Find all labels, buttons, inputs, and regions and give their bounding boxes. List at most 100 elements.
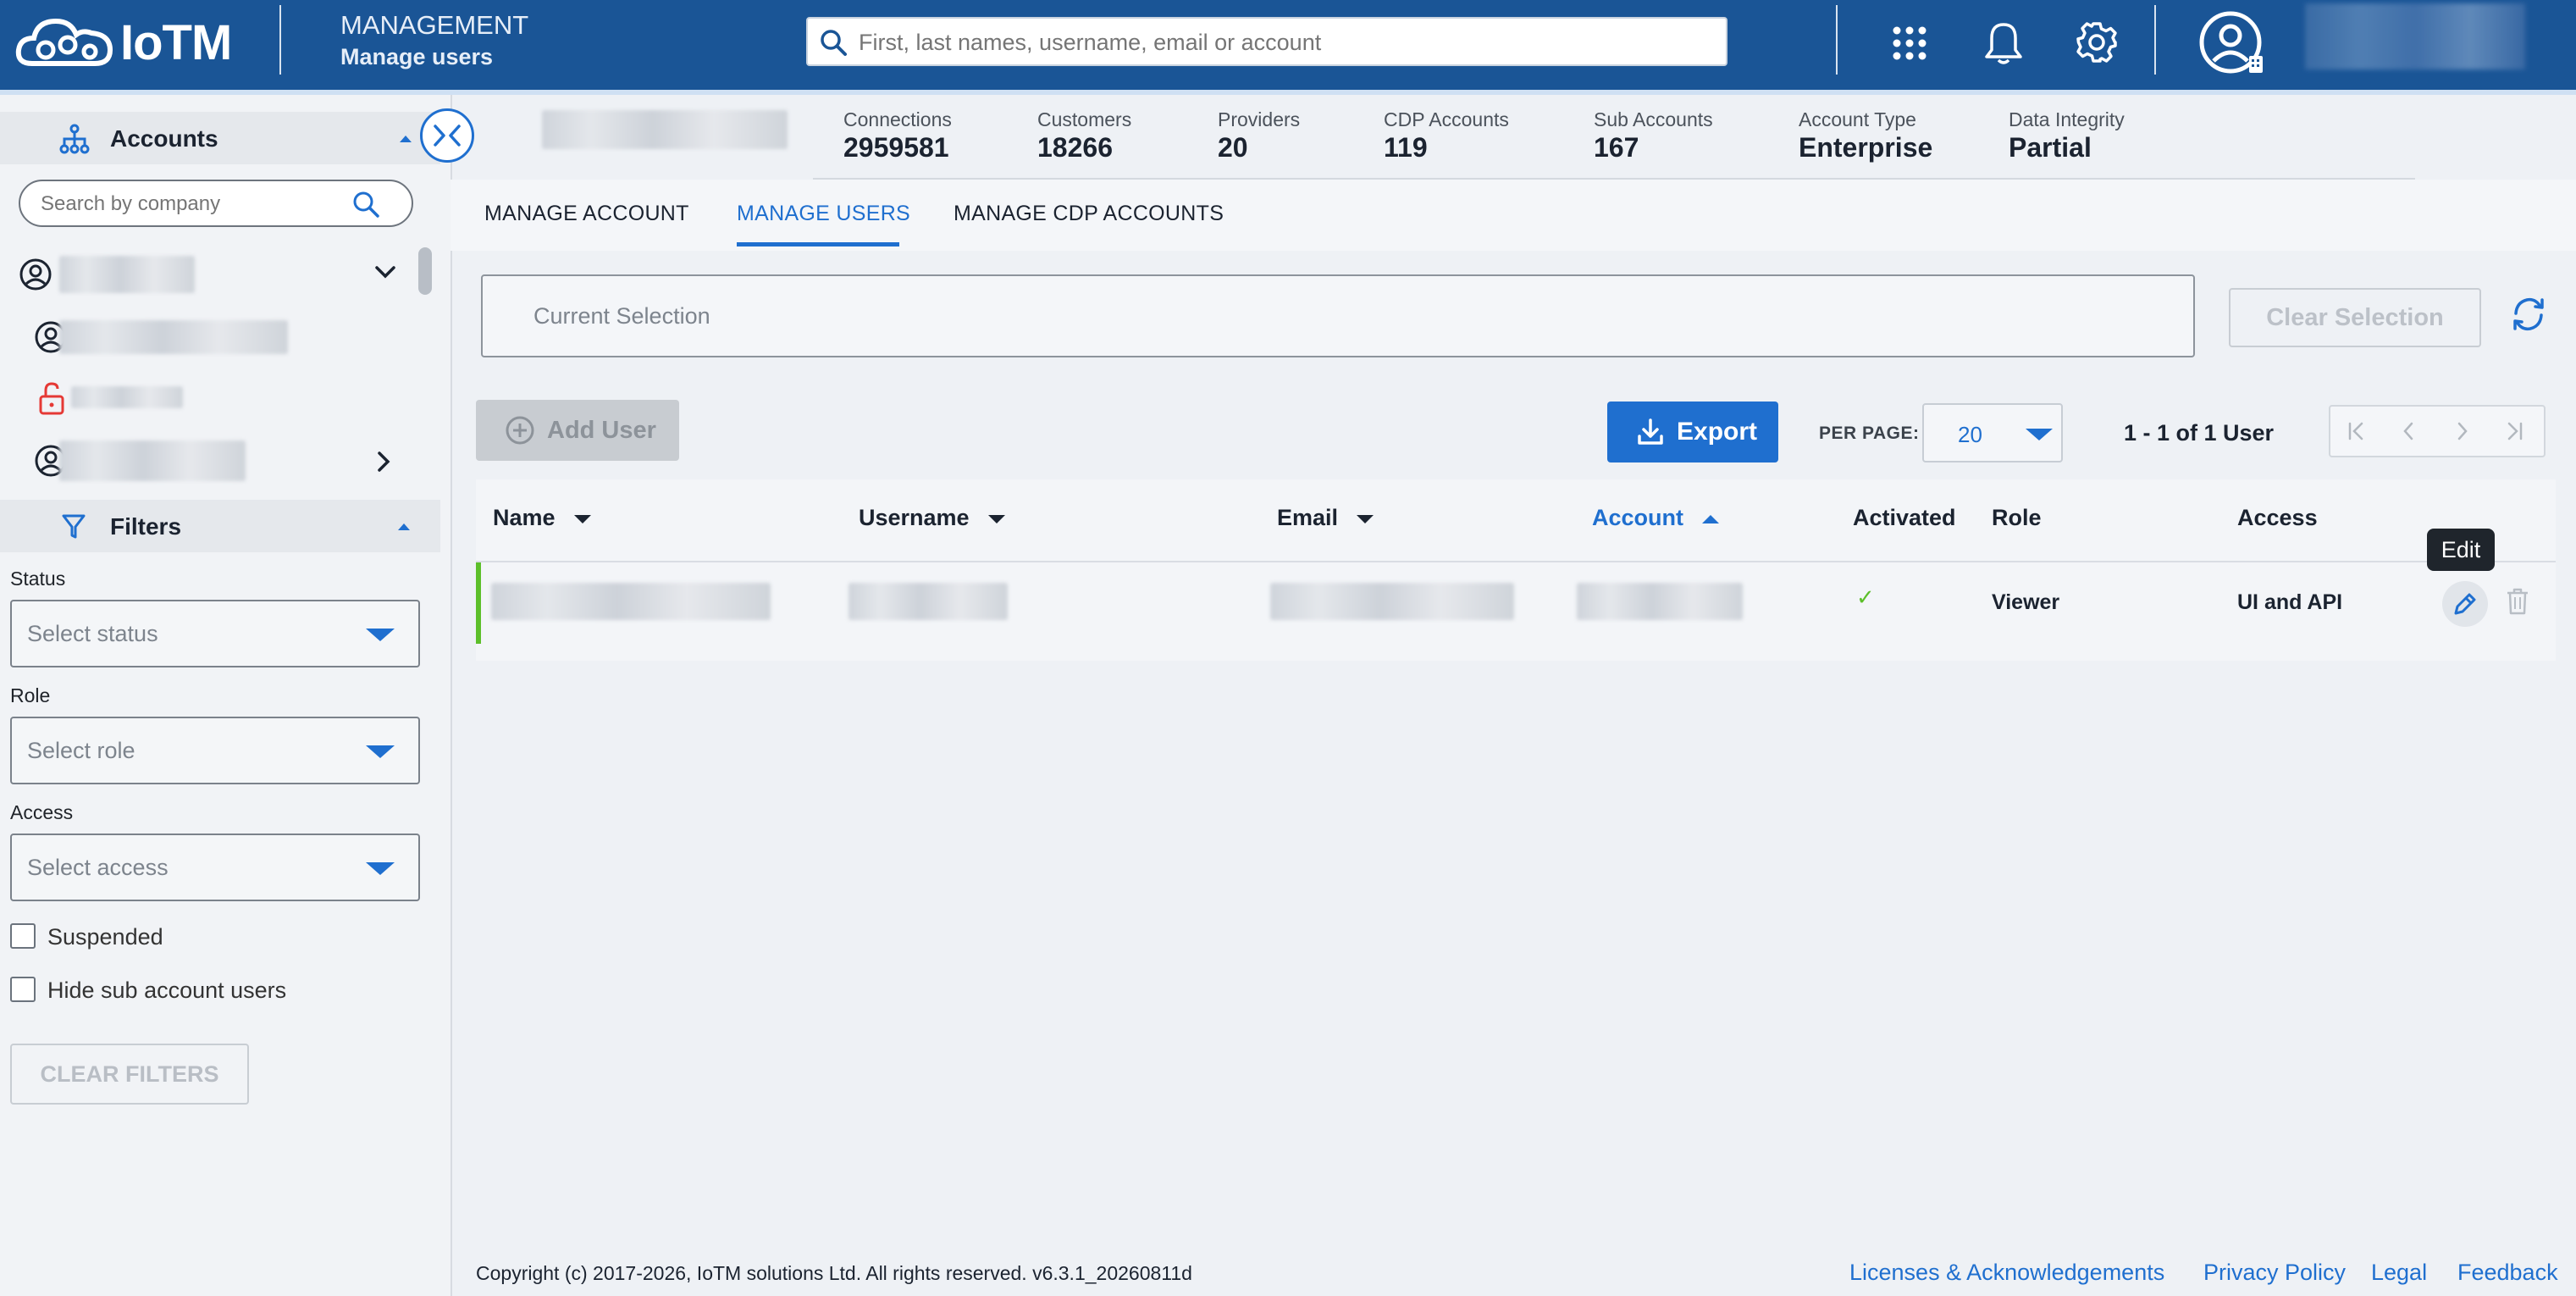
clear-selection-button[interactable]: Clear Selection: [2229, 288, 2481, 347]
account-name-redacted: [59, 256, 195, 293]
stat-cdp-accounts-value: 119: [1384, 132, 1428, 163]
account-tree-item-locked[interactable]: [34, 378, 406, 418]
hide-sub-accounts-label: Hide sub account users: [47, 978, 287, 1003]
sort-down-icon: [573, 514, 591, 523]
dropdown-caret-icon: [366, 629, 395, 641]
col-username[interactable]: Username: [859, 505, 1005, 531]
search-icon: [353, 191, 379, 218]
dropdown-caret-icon: [2026, 429, 2053, 440]
stat-connections-value: 2959581: [843, 132, 949, 163]
account-tree-item[interactable]: [34, 437, 406, 485]
add-user-button[interactable]: Add User: [476, 400, 679, 461]
filters-section-header[interactable]: Filters: [0, 500, 440, 552]
suspended-checkbox[interactable]: [10, 923, 36, 949]
accounts-section-header[interactable]: Accounts: [0, 112, 440, 164]
collapse-up-icon[interactable]: [398, 523, 410, 530]
apps-grid-icon[interactable]: [1887, 20, 1932, 66]
account-circle-icon: [19, 258, 52, 291]
user-avatar-icon[interactable]: [2197, 7, 2268, 78]
chevron-right-icon[interactable]: [376, 451, 393, 473]
company-search-input[interactable]: [39, 190, 347, 219]
hide-sub-accounts-checkbox[interactable]: [10, 977, 36, 1002]
col-access[interactable]: Access: [2237, 505, 2318, 531]
download-icon: [1638, 418, 1663, 445]
account-name-redacted: [71, 386, 183, 408]
tab-manage-users[interactable]: MANAGE USERS: [737, 202, 910, 226]
section-subtitle: Manage users: [340, 44, 494, 69]
unlock-icon: [39, 382, 64, 415]
filter-funnel-icon: [62, 514, 86, 539]
tab-manage-account[interactable]: MANAGE ACCOUNT: [484, 202, 689, 226]
feedback-link[interactable]: Feedback: [2457, 1260, 2558, 1286]
stat-account-type-label: Account Type: [1799, 108, 1916, 130]
status-select[interactable]: Select status: [10, 600, 420, 667]
col-name-label: Name: [493, 505, 556, 530]
access-select[interactable]: Select access: [10, 834, 420, 901]
dropdown-caret-icon: [366, 745, 395, 758]
chevron-down-icon[interactable]: [374, 264, 396, 281]
stat-sub-accounts-value: 167: [1594, 132, 1639, 163]
hierarchy-icon: [59, 124, 90, 154]
pencil-edit-icon: [2454, 593, 2476, 615]
sort-down-icon: [1357, 514, 1374, 523]
current-selection-label: Current Selection: [533, 303, 710, 329]
stat-cdp-accounts-label: CDP Accounts: [1384, 108, 1509, 130]
stat-providers-value: 20: [1218, 132, 1248, 163]
access-filter-label: Access: [10, 801, 74, 823]
collapse-sidebar-button[interactable]: [420, 108, 474, 163]
company-search[interactable]: [19, 180, 413, 227]
copyright-text: Copyright (c) 2017-2026, IoTM solutions …: [476, 1262, 1192, 1284]
col-activated[interactable]: Activated: [1853, 505, 1956, 531]
next-page-button[interactable]: [2435, 407, 2488, 456]
prev-page-button[interactable]: [2383, 407, 2435, 456]
clear-filters-button[interactable]: CLEAR FILTERS: [10, 1044, 249, 1105]
export-button[interactable]: Export: [1607, 402, 1778, 462]
col-email[interactable]: Email: [1277, 505, 1374, 531]
per-page-select[interactable]: 20: [1922, 403, 2063, 462]
chevron-left-icon: [2403, 422, 2413, 440]
licenses-link[interactable]: Licenses & Acknowledgements: [1849, 1260, 2164, 1286]
stat-providers-label: Providers: [1218, 108, 1301, 130]
sort-down-icon: [987, 514, 1005, 523]
last-page-button[interactable]: [2488, 407, 2540, 456]
access-select-placeholder: Select access: [27, 855, 169, 880]
global-search-input[interactable]: [857, 24, 1716, 61]
add-circle-icon: [506, 416, 534, 445]
delete-trash-icon[interactable]: [2505, 586, 2530, 617]
stat-account-type-value: Enterprise: [1799, 132, 1933, 163]
col-role[interactable]: Role: [1992, 505, 2042, 531]
header-divider: [279, 5, 281, 75]
tree-scrollbar[interactable]: [418, 247, 432, 295]
collapse-up-icon[interactable]: [400, 136, 412, 142]
notifications-bell-icon[interactable]: [1980, 19, 2027, 68]
account-tree-item[interactable]: [34, 317, 406, 357]
account-name-redacted-group: [542, 110, 788, 149]
role-select-placeholder: Select role: [27, 738, 135, 763]
search-icon: [821, 30, 847, 56]
row-access: UI and API: [2237, 590, 2343, 614]
refresh-icon[interactable]: [2510, 293, 2547, 335]
edit-user-button[interactable]: [2442, 581, 2488, 627]
global-search[interactable]: [806, 17, 1727, 66]
stat-sub-accounts-label: Sub Accounts: [1594, 108, 1713, 130]
col-account[interactable]: Account: [1592, 505, 1719, 531]
stat-data-integrity-label: Data Integrity: [2009, 108, 2125, 130]
tab-manage-cdp-accounts[interactable]: MANAGE CDP ACCOUNTS: [954, 202, 1224, 226]
settings-gear-icon[interactable]: [2073, 19, 2120, 66]
privacy-policy-link[interactable]: Privacy Policy: [2203, 1260, 2346, 1286]
stat-customers-label: Customers: [1037, 108, 1132, 130]
current-selection-box[interactable]: Current Selection: [481, 274, 2195, 357]
role-select[interactable]: Select role: [10, 717, 420, 784]
legal-link[interactable]: Legal: [2371, 1260, 2427, 1286]
stat-data-integrity-value: Partial: [2009, 132, 2092, 163]
suspended-label: Suspended: [47, 924, 163, 950]
col-account-label: Account: [1592, 505, 1683, 530]
chevron-right-icon: [2457, 422, 2468, 440]
sort-up-icon: [1702, 514, 1719, 523]
col-name[interactable]: Name: [493, 505, 591, 531]
per-page-value: 20: [1958, 422, 1982, 447]
role-filter-label: Role: [10, 684, 51, 706]
account-tree-root[interactable]: [19, 254, 408, 295]
first-page-button[interactable]: [2330, 407, 2383, 456]
app-logo[interactable]: IoTM: [15, 8, 232, 76]
